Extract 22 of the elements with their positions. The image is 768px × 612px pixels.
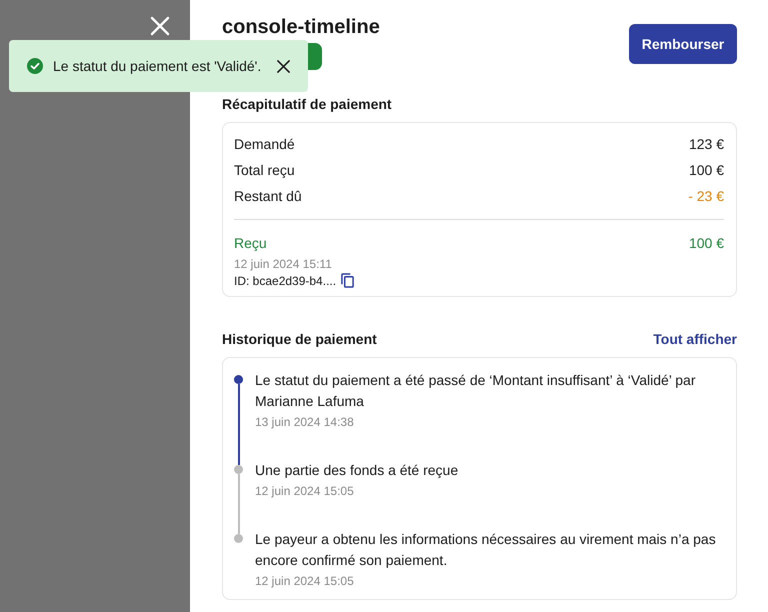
section-title: Récapitulatif de paiement (222, 96, 393, 112)
receipt-date: 12 juin 2024 15:11 (234, 256, 333, 272)
event-date: 12 juin 2024 15:05 (255, 573, 355, 589)
summary-label: Restant dû (234, 187, 302, 206)
section-title: Historique de paiement (222, 331, 377, 347)
refund-button[interactable]: Rembourser (629, 24, 737, 64)
receipt-amount: 100 € (688, 234, 724, 253)
summary-value: - 23 € (688, 187, 724, 206)
summary-value: 123 € (688, 135, 724, 154)
summary-label: Total reçu (234, 161, 295, 180)
show-all-link[interactable]: Tout afficher (653, 331, 737, 347)
transaction-id: ID: bcae2d39-b4.... (234, 274, 336, 288)
event-text: Une partie des fonds a été reçue (255, 461, 460, 480)
event-date: 12 juin 2024 15:05 (255, 483, 355, 499)
receipt-label: Reçu (234, 234, 267, 253)
event-text: Le statut du paiement a été passé de ‘Montant insuffisant’ à ‘Validé’ par Marianne Lafuma (255, 371, 697, 411)
event-date: 13 juin 2024 14:38 (255, 414, 355, 430)
event-text: Le payeur a obtenu les informations nécessaires au virement mais n’a pas encore confirmé son paiement. (255, 530, 717, 570)
panel-title: console-timeline (222, 16, 380, 39)
summary-value: 100 € (688, 161, 724, 180)
toast-message: Le statut du paiement est 'Validé'. (53, 58, 262, 74)
summary-label: Demandé (234, 135, 295, 154)
